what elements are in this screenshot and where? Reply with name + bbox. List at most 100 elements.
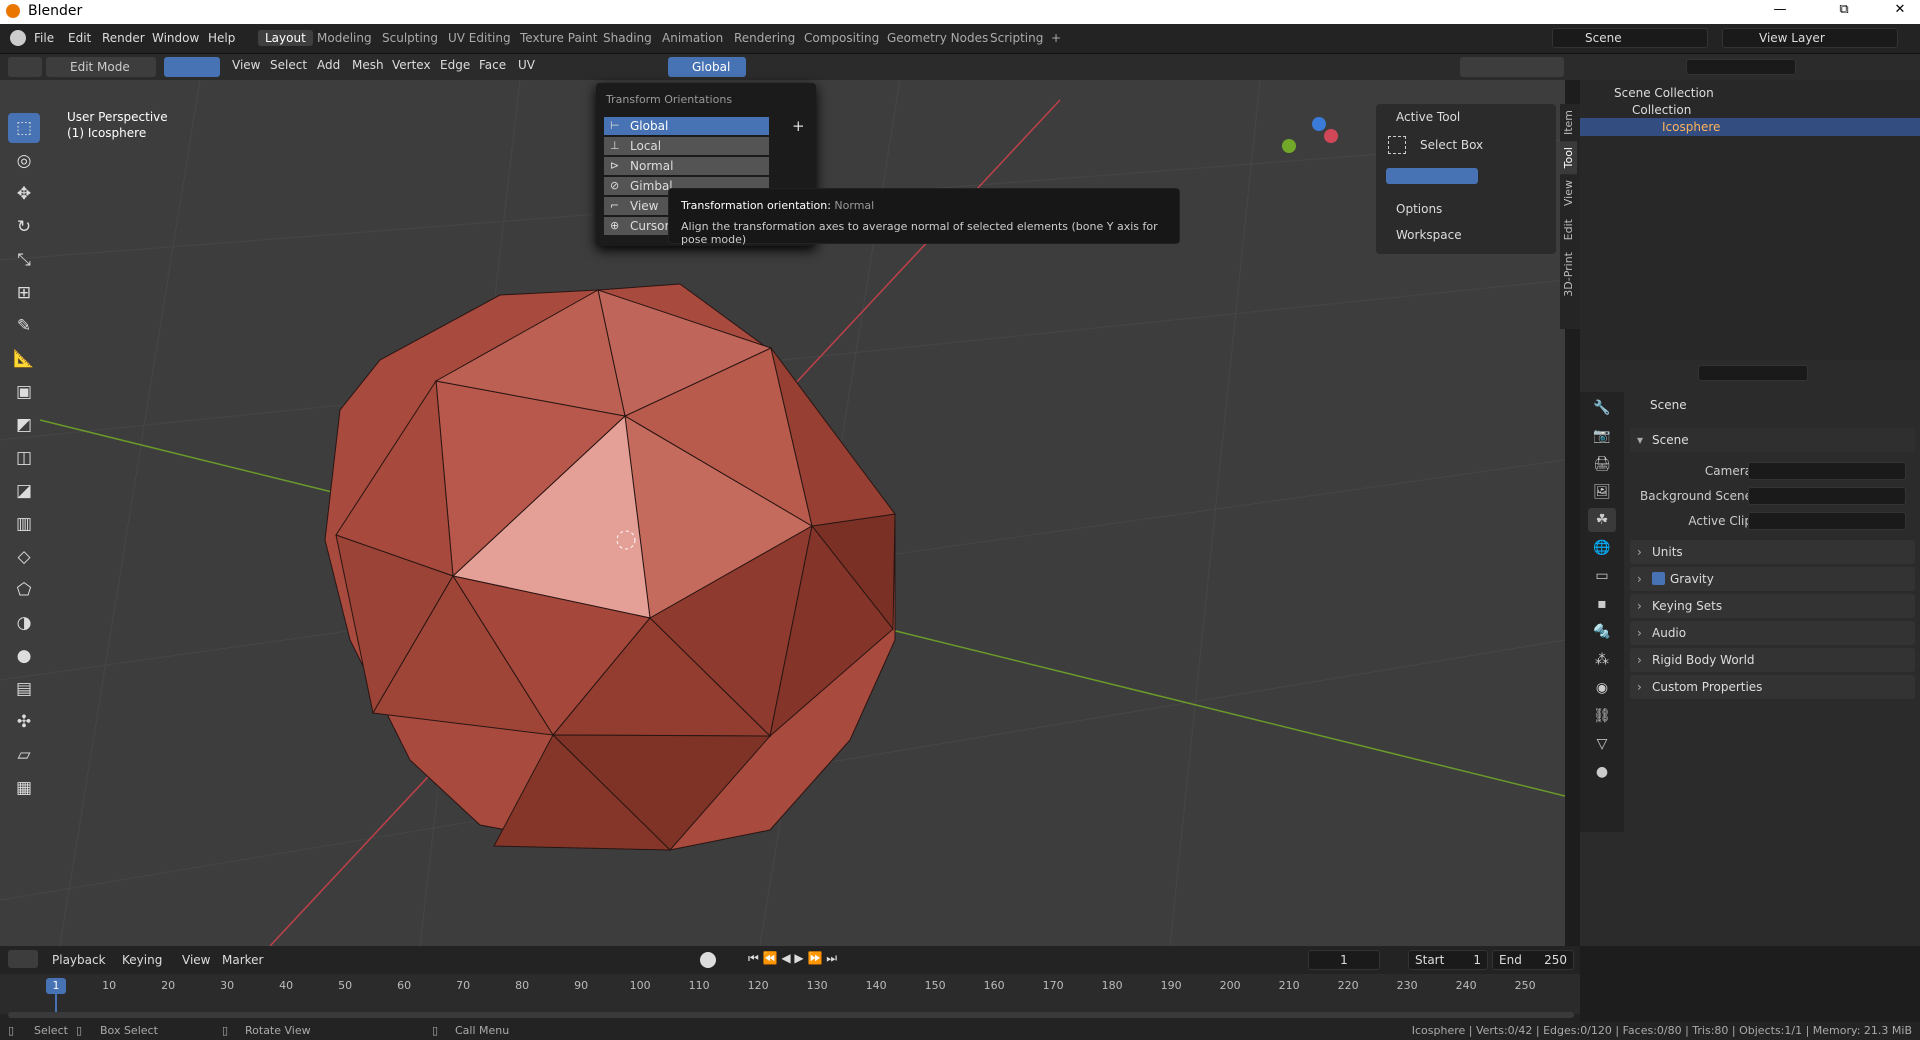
close-button[interactable]: ✕ [1880, 2, 1920, 17]
shading-buttons[interactable] [1460, 57, 1564, 77]
inset-tool-icon[interactable]: ◫ [8, 443, 40, 473]
view-layer-tab-icon[interactable]: 🖼 [1588, 480, 1616, 504]
particles-tab-icon[interactable]: ⁂ [1588, 648, 1616, 672]
keying-sets-section[interactable]: › Keying Sets [1630, 594, 1915, 618]
units-section[interactable]: › Units [1630, 540, 1915, 564]
menu-edit[interactable]: Edit [68, 31, 91, 45]
add-workspace-button[interactable]: + [1044, 30, 1068, 46]
option-local[interactable]: ⊥ Local [604, 137, 769, 155]
navigation-buttons[interactable] [1334, 192, 1358, 298]
orientation-dropdown[interactable]: Global [668, 57, 746, 77]
scale-tool-icon[interactable]: ⤡ [8, 245, 40, 275]
tab-modeling[interactable]: Modeling [310, 30, 379, 46]
options-section[interactable]: Options [1396, 202, 1442, 216]
custom-properties-section[interactable]: › Custom Properties [1630, 675, 1915, 699]
audio-section[interactable]: › Audio [1630, 621, 1915, 645]
icosphere-row[interactable]: Icosphere [1662, 120, 1720, 134]
tab-animation[interactable]: Animation [655, 30, 730, 46]
poly-build-tool-icon[interactable]: ⬠ [8, 575, 40, 605]
header-menu-face[interactable]: Face [479, 58, 506, 72]
tab-sculpting[interactable]: Sculpting [375, 30, 445, 46]
measure-tool-icon[interactable]: 📐 [8, 344, 40, 374]
tab-item[interactable]: Item [1560, 104, 1577, 141]
tab-shading[interactable]: Shading [596, 30, 659, 46]
tab-view[interactable]: View [1560, 174, 1577, 212]
output-tab-icon[interactable]: 🖨 [1588, 452, 1616, 476]
menu-window[interactable]: Window [152, 31, 199, 45]
tab-uv-editing[interactable]: UV Editing [441, 30, 518, 46]
transform-tool-icon[interactable]: ⊞ [8, 278, 40, 308]
header-menu-edge[interactable]: Edge [440, 58, 470, 72]
scene-selector[interactable]: Scene [1552, 28, 1708, 48]
menu-render[interactable]: Render [102, 31, 145, 45]
playback-controls[interactable]: ⏮ ⏪ ◀ ▶ ⏩ ⏭ [748, 951, 860, 969]
material-tab-icon[interactable]: ● [1588, 760, 1616, 784]
active-tool-header[interactable]: Active Tool [1396, 110, 1460, 124]
data-tab-icon[interactable]: ▽ [1588, 732, 1616, 756]
start-frame-field[interactable]: Start 1 [1408, 950, 1488, 970]
tab-edit[interactable]: Edit [1560, 213, 1577, 246]
shear-tool-icon[interactable]: ▱ [8, 740, 40, 770]
select-mode-buttons[interactable] [1386, 168, 1478, 184]
header-menu-mesh[interactable]: Mesh [352, 58, 384, 72]
z-axis-icon[interactable] [1312, 117, 1326, 131]
object-tab-icon[interactable]: ▪ [1588, 592, 1616, 616]
y-axis-icon[interactable] [1282, 139, 1296, 153]
x-axis-icon[interactable] [1324, 129, 1338, 143]
timeline-editor-type-button[interactable] [8, 950, 38, 968]
tab-compositing[interactable]: Compositing [797, 30, 886, 46]
header-menu-select[interactable]: Select [270, 58, 307, 72]
editor-type-button[interactable] [8, 57, 42, 77]
collection-row[interactable]: Collection [1632, 103, 1691, 117]
select-mode-toggles[interactable] [164, 57, 220, 77]
view-layer-selector[interactable]: View Layer [1722, 28, 1898, 48]
background-scene-field[interactable] [1748, 487, 1906, 505]
add-cube-tool-icon[interactable]: ▣ [8, 377, 40, 407]
timeline-menu-marker[interactable]: Marker [222, 953, 263, 967]
spin-tool-icon[interactable]: ◑ [8, 608, 40, 638]
collection-tab-icon[interactable]: ▭ [1588, 564, 1616, 588]
tab-layout[interactable]: Layout [258, 30, 313, 46]
mode-dropdown[interactable]: Edit Mode [46, 57, 156, 77]
move-tool-icon[interactable]: ✥ [8, 179, 40, 209]
timeline-scrollbar[interactable] [8, 1012, 1574, 1018]
timeline-menu-view[interactable]: View [182, 953, 210, 967]
header-menu-vertex[interactable]: Vertex [392, 58, 431, 72]
scene-tab-icon[interactable]: ☘ [1588, 508, 1616, 532]
menu-file[interactable]: File [34, 31, 54, 45]
outliner-search-input[interactable] [1686, 59, 1796, 75]
gravity-checkbox[interactable] [1652, 572, 1665, 585]
loop-cut-tool-icon[interactable]: ▥ [8, 509, 40, 539]
knife-tool-icon[interactable]: ◇ [8, 542, 40, 572]
add-orientation-button[interactable]: + [792, 117, 805, 135]
blender-menu-icon[interactable] [10, 30, 26, 46]
navigation-gizmo[interactable] [1276, 117, 1360, 197]
active-clip-field[interactable] [1748, 512, 1906, 530]
timeline-menu-keying[interactable]: Keying [122, 953, 162, 967]
option-normal[interactable]: ⊳ Normal [604, 157, 769, 175]
tab-tool[interactable]: Tool [1560, 141, 1577, 175]
render-tab-icon[interactable]: 📷 [1588, 424, 1616, 448]
header-menu-add[interactable]: Add [317, 58, 340, 72]
modifier-tab-icon[interactable]: 🔩 [1588, 620, 1616, 644]
rotate-tool-icon[interactable]: ↻ [8, 212, 40, 242]
shrink-fatten-tool-icon[interactable]: ✣ [8, 707, 40, 737]
rigid-body-world-section[interactable]: › Rigid Body World [1630, 648, 1915, 672]
world-tab-icon[interactable]: 🌐 [1588, 536, 1616, 560]
tool-tab-icon[interactable]: 🔧 [1588, 396, 1616, 420]
maximize-button[interactable]: ⧉ [1824, 2, 1864, 17]
header-menu-view[interactable]: View [232, 58, 260, 72]
workspace-section[interactable]: Workspace [1396, 228, 1462, 242]
menu-help[interactable]: Help [208, 31, 235, 45]
timeline-menu-playback[interactable]: Playback [52, 953, 106, 967]
select-box-tool-icon[interactable]: ⬚ [8, 113, 40, 143]
end-frame-field[interactable]: End 250 [1492, 950, 1574, 970]
rip-tool-icon[interactable]: ▦ [8, 773, 40, 803]
header-menu-uv[interactable]: UV [518, 58, 535, 72]
properties-search-input[interactable] [1698, 365, 1808, 381]
physics-tab-icon[interactable]: ◉ [1588, 676, 1616, 700]
tab-geometry-nodes[interactable]: Geometry Nodes [880, 30, 995, 46]
scene-collection-row[interactable]: Scene Collection [1614, 86, 1714, 100]
scene-section[interactable]: ▾ Scene [1630, 428, 1915, 452]
extrude-tool-icon[interactable]: ◩ [8, 410, 40, 440]
